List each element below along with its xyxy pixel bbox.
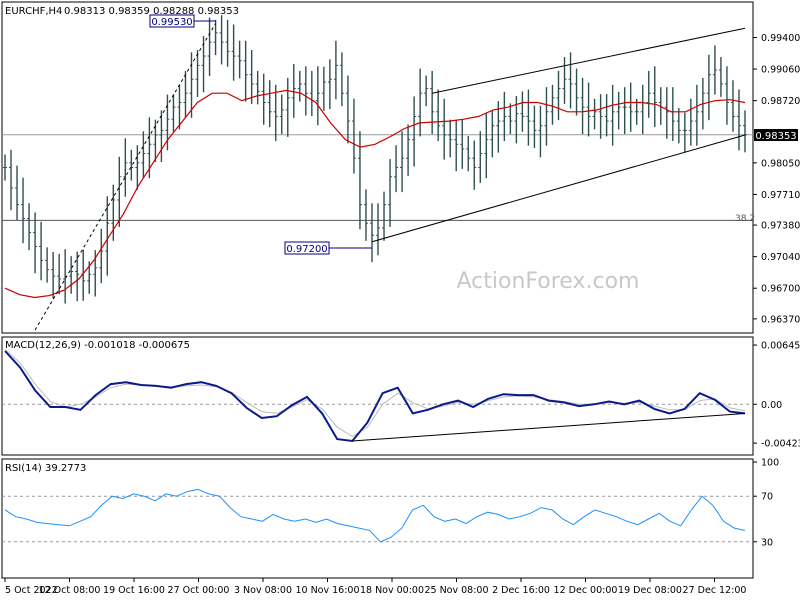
high-annotation-label: 0.99530 bbox=[151, 17, 192, 28]
time-tick-label: 19 Oct 16:00 bbox=[103, 585, 165, 596]
time-tick-label: 19 Dec 08:00 bbox=[618, 585, 682, 596]
rsi-tick-label: 70 bbox=[761, 492, 773, 503]
price-tick-label: 0.98720 bbox=[761, 96, 800, 107]
time-tick-label: 27 Oct 00:00 bbox=[168, 585, 230, 596]
symbol-label: EURCHF,H4 bbox=[5, 6, 62, 17]
price-tick-label: 0.98050 bbox=[761, 158, 800, 169]
macd-tick-label: 0.00 bbox=[761, 400, 782, 411]
macd-tick-label: 0.00645 bbox=[761, 341, 800, 352]
fib-label: 38.2 bbox=[735, 214, 755, 224]
last-price-label: 0.98353 bbox=[755, 131, 796, 142]
price-panel bbox=[1, 1, 754, 334]
price-tick-label: 0.96700 bbox=[761, 284, 800, 295]
chart-stage: ActionForex.com EURCHF,H4 0.98313 0.9835… bbox=[0, 0, 800, 600]
price-tick-label: 0.97710 bbox=[761, 190, 800, 201]
time-tick-label: 25 Nov 08:00 bbox=[424, 585, 488, 596]
watermark: ActionForex.com bbox=[457, 269, 640, 294]
time-axis: 5 Oct 202212 Oct 08:00 19 Oct 16:00 27 Oct… bbox=[4, 578, 747, 596]
price-axis: 0.99400 0.99060 0.98720 0.98050 0.97710 0.973… bbox=[753, 33, 800, 325]
price-tick-label: 0.96370 bbox=[761, 314, 800, 325]
price-tick-label: 0.99400 bbox=[761, 33, 800, 44]
rsi-title: RSI(14) 39.2773 bbox=[5, 463, 86, 474]
time-tick-label: 12 Dec 00:00 bbox=[554, 585, 618, 596]
macd-axis: 0.00645 0.00 -0.00423 bbox=[753, 341, 800, 450]
time-tick-label: 3 Nov 08:00 bbox=[234, 585, 292, 596]
time-tick-label: 12 Oct 08:00 bbox=[39, 585, 101, 596]
time-tick-label: 10 Nov 16:00 bbox=[295, 585, 359, 596]
macd-title: MACD(12,26,9) -0.001018 -0.000675 bbox=[5, 340, 190, 351]
time-tick-label: 2 Dec 16:00 bbox=[492, 585, 550, 596]
rsi-tick-label: 100 bbox=[761, 458, 779, 469]
low-annotation-label: 0.97200 bbox=[286, 244, 327, 255]
chart-svg: ActionForex.com EURCHF,H4 0.98313 0.9835… bbox=[1, 1, 800, 596]
macd-panel bbox=[1, 336, 754, 456]
rsi-tick-label: 30 bbox=[761, 537, 773, 548]
rsi-axis: 100 70 30 bbox=[753, 458, 779, 548]
time-tick-label: 27 Dec 12:00 bbox=[683, 585, 747, 596]
price-tick-label: 0.97040 bbox=[761, 252, 800, 263]
price-tick-label: 0.97380 bbox=[761, 221, 800, 232]
macd-tick-label: -0.00423 bbox=[761, 439, 800, 450]
price-tick-label: 0.99060 bbox=[761, 65, 800, 76]
time-tick-label: 18 Nov 00:00 bbox=[360, 585, 424, 596]
rsi-panel bbox=[1, 458, 754, 579]
